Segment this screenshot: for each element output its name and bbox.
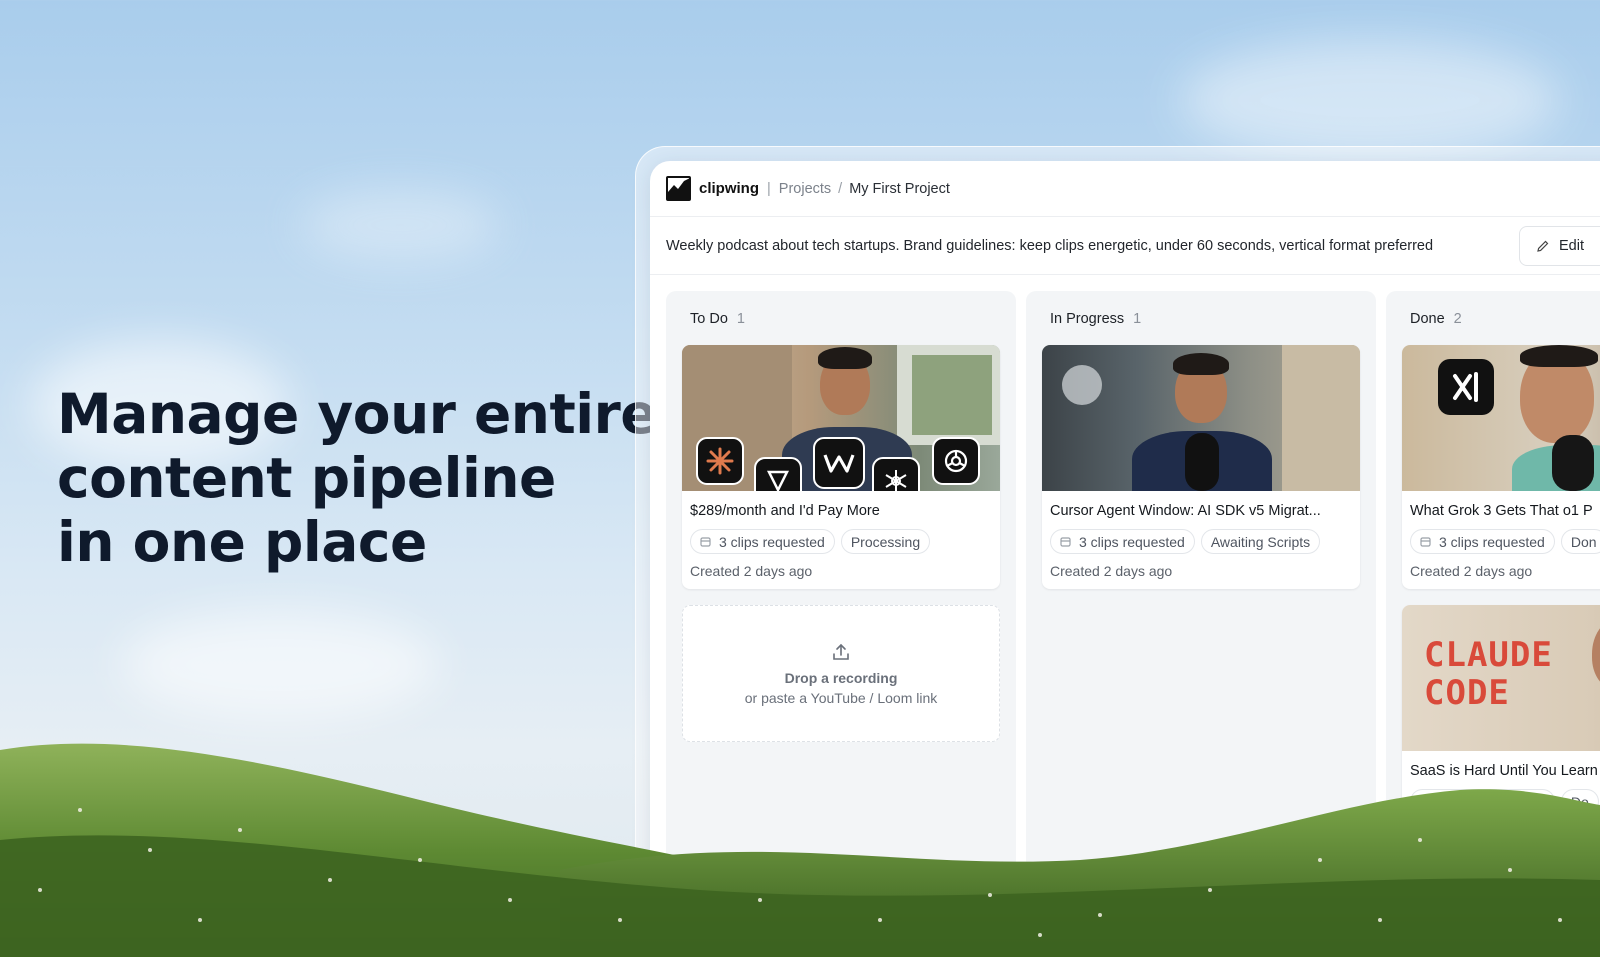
kanban-board: To Do 1 $289/month and I'd Pay More 3 cl…	[650, 291, 1600, 957]
card-thumbnail	[682, 345, 1000, 491]
clips-requested-tag: 3 clips requested	[1410, 529, 1555, 554]
pencil-icon	[1537, 240, 1549, 252]
project-card[interactable]: What Grok 3 Gets That o1 P 3 clips reque…	[1402, 345, 1600, 589]
column-header: In Progress 1	[1042, 307, 1360, 331]
card-thumbnail	[1042, 345, 1360, 491]
project-description-bar: Weekly podcast about tech startups. Bran…	[650, 217, 1600, 275]
brand-name[interactable]: clipwing	[699, 180, 759, 197]
edit-label: Edit	[1559, 238, 1584, 254]
status-badge: Processing	[840, 529, 931, 554]
clip-icon	[700, 537, 711, 547]
dropzone-subtitle: or paste a YouTube / Loom link	[744, 689, 938, 706]
column-header: Done 2	[1402, 307, 1600, 331]
card-created-date: Created 2 days ago	[690, 563, 813, 579]
breadcrumb-projects[interactable]: Projects	[779, 181, 831, 197]
openai-logo-icon	[932, 437, 980, 485]
thumbnail-text-code: CODE	[1424, 673, 1510, 713]
status-badge: Don	[1560, 529, 1600, 554]
thumbnail-text-claude: CLAUDE	[1424, 635, 1553, 675]
status-badge: Awaiting Scripts	[1200, 529, 1321, 554]
grok-logo-icon	[1438, 359, 1494, 415]
column-title: In Progress	[1050, 311, 1125, 327]
card-created-date: Created 2 days ago	[1050, 563, 1173, 579]
card-created-date: Created 2 days ago	[1410, 563, 1533, 579]
clips-requested-tag: 3 clips requested	[690, 529, 835, 554]
top-bar: clipwing | Projects / My First Project	[650, 161, 1600, 217]
breadcrumb-slash: /	[838, 180, 843, 197]
column-count: 1	[1133, 311, 1142, 327]
card-thumbnail	[1402, 345, 1600, 491]
project-card[interactable]: Cursor Agent Window: AI SDK v5 Migrat...…	[1042, 345, 1360, 589]
clips-requested-tag: 3 clips requested	[1410, 789, 1555, 814]
breadcrumb-current: My First Project	[849, 180, 950, 197]
column-todo: To Do 1 $289/month and I'd Pay More 3 cl…	[666, 291, 1016, 957]
clips-requested-tag: 3 clips requested	[1050, 529, 1195, 554]
card-thumbnail: CLAUDE CODE	[1402, 605, 1600, 751]
project-description: Weekly podcast about tech startups. Bran…	[666, 237, 1434, 254]
clip-icon	[1420, 797, 1431, 807]
claude-logo-icon	[696, 437, 744, 485]
column-count: 1	[736, 311, 745, 327]
hero-headline: Manage your entire content pipeline in o…	[57, 382, 658, 574]
logo-icon[interactable]	[666, 176, 691, 201]
hero-line-3: in one place	[57, 510, 427, 574]
column-header: To Do 1	[682, 307, 1000, 331]
project-card[interactable]: CLAUDE CODE SaaS is Hard Until You Learn…	[1402, 605, 1600, 824]
card-title: What Grok 3 Gets That o1 P	[1410, 503, 1593, 519]
upload-icon	[833, 643, 849, 660]
clip-icon	[1060, 537, 1071, 547]
column-done: Done 2 What Grok 3 Gets That o1 P 3 clip…	[1386, 291, 1600, 957]
card-title: SaaS is Hard Until You Learn	[1410, 763, 1598, 779]
column-title: Done	[1410, 311, 1445, 327]
brand-separator: |	[767, 180, 771, 197]
card-title: $289/month and I'd Pay More	[690, 503, 880, 519]
clip-icon	[1420, 537, 1431, 547]
app-window: clipwing | Projects / My First Project W…	[650, 161, 1600, 957]
status-badge: Do	[1560, 789, 1599, 814]
card-title: Cursor Agent Window: AI SDK v5 Migrat...	[1050, 503, 1321, 519]
column-count: 2	[1453, 311, 1462, 327]
windsurf-logo-icon	[813, 437, 865, 489]
hero-line-1: Manage your entire	[57, 382, 658, 446]
column-title: To Do	[690, 311, 728, 327]
recording-dropzone[interactable]: Drop a recording or paste a YouTube / Lo…	[682, 605, 1000, 742]
gemini-logo-icon	[872, 457, 920, 491]
dropzone-title: Drop a recording	[784, 669, 898, 686]
column-in-progress: In Progress 1 Cursor Agent Window: AI SD…	[1026, 291, 1376, 957]
cursor-logo-icon	[754, 457, 802, 491]
edit-button[interactable]: Edit	[1519, 226, 1600, 266]
hero-line-2: content pipeline	[57, 446, 556, 510]
project-card[interactable]: $289/month and I'd Pay More 3 clips requ…	[682, 345, 1000, 589]
